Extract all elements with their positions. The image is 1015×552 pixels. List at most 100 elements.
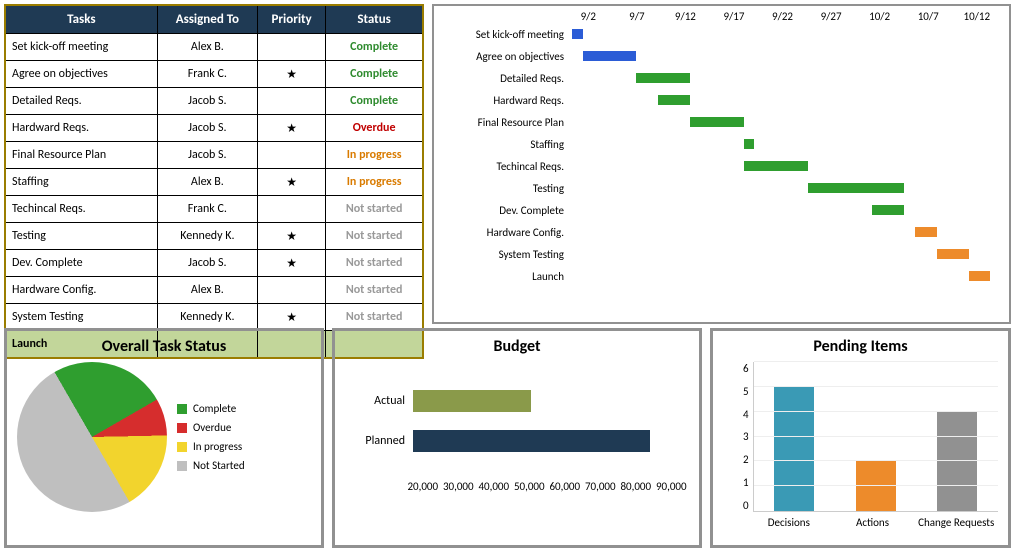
task-cell: Agree on objectives — [5, 61, 157, 88]
gantt-bar[interactable] — [572, 29, 583, 39]
gantt-bar[interactable] — [658, 95, 690, 105]
task-cell: Final Resource Plan — [5, 142, 157, 169]
status-cell: Complete — [326, 34, 423, 61]
table-header: Tasks — [5, 5, 157, 34]
status-cell: In progress — [326, 169, 423, 196]
gantt-bar[interactable] — [690, 117, 744, 127]
budget-title: Budget — [345, 337, 689, 356]
priority-cell: ★ — [258, 304, 326, 331]
gantt-date: 10/2 — [855, 10, 904, 23]
priority-cell — [258, 88, 326, 115]
star-icon: ★ — [286, 257, 297, 271]
legend-label: Overdue — [193, 421, 231, 434]
gantt-label: Testing — [434, 182, 572, 195]
table-row[interactable]: Set kick-off meetingAlex B.Complete — [5, 34, 423, 61]
gantt-label: Hardward Reqs. — [434, 94, 572, 107]
task-cell: Dev. Complete — [5, 250, 157, 277]
swatch-icon — [177, 423, 187, 433]
status-cell: Not started — [326, 250, 423, 277]
axis-tick: 70,000 — [583, 480, 619, 493]
budget-bar-row: Actual — [345, 390, 689, 412]
legend-label: Complete — [193, 402, 236, 415]
pie-panel: Overall Task Status CompleteOverdueIn pr… — [4, 328, 324, 548]
table-row[interactable]: Detailed Reqs.Jacob S.Complete — [5, 88, 423, 115]
axis-tick: 30,000 — [441, 480, 477, 493]
gantt-bar[interactable] — [915, 227, 936, 237]
gantt-label: System Testing — [434, 248, 572, 261]
pie-legend: Complete Overdue In progress Not Started — [177, 396, 245, 478]
gantt-row: System Testing — [434, 243, 1001, 265]
axis-tick: 2 — [743, 453, 749, 466]
swatch-icon — [177, 404, 187, 414]
task-table: TasksAssigned ToPriorityStatus Set kick-… — [4, 4, 424, 359]
gantt-row: Launch — [434, 265, 1001, 287]
table-row[interactable]: System TestingKennedy K.★Not started — [5, 304, 423, 331]
table-row[interactable]: Dev. CompleteJacob S. ★ Not started — [5, 250, 423, 277]
assignee-cell: Alex B. — [157, 169, 257, 196]
assignee-cell: Frank C. — [157, 61, 257, 88]
task-cell: Hardward Reqs. — [5, 115, 157, 142]
gantt-row: Agree on objectives — [434, 45, 1001, 67]
legend-label: Not Started — [193, 459, 245, 472]
priority-cell — [258, 34, 326, 61]
gantt-date: 9/12 — [661, 10, 710, 23]
assignee-cell: Jacob S. — [157, 115, 257, 142]
gantt-bar[interactable] — [744, 139, 755, 149]
gantt-label: Final Resource Plan — [434, 116, 572, 129]
gantt-bar[interactable] — [872, 205, 904, 215]
status-cell: Not started — [326, 223, 423, 250]
gantt-bar[interactable] — [937, 249, 969, 259]
status-cell: Overdue — [326, 115, 423, 142]
axis-tick: 80,000 — [618, 480, 654, 493]
pending-bar[interactable] — [856, 461, 896, 511]
assignee-cell: Kennedy K. — [157, 223, 257, 250]
assignee-cell: Jacob S. — [157, 250, 257, 277]
gantt-row: Staffing — [434, 133, 1001, 155]
priority-cell — [258, 196, 326, 223]
table-row[interactable]: Agree on objectivesFrank C.★Complete — [5, 61, 423, 88]
gantt-label: Techincal Reqs. — [434, 160, 572, 173]
priority-cell: ★ — [258, 61, 326, 88]
gantt-label: Dev. Complete — [434, 204, 572, 217]
legend-label: In progress — [193, 440, 242, 453]
gantt-bar[interactable] — [808, 183, 905, 193]
axis-tick: 40,000 — [476, 480, 512, 493]
pending-panel: Pending Items 0123456 DecisionsActionsCh… — [710, 328, 1011, 548]
axis-tick: 50,000 — [512, 480, 548, 493]
table-row[interactable]: TestingKennedy K.★Not started — [5, 223, 423, 250]
axis-tick: 0 — [743, 499, 749, 512]
table-row[interactable]: Hardward Reqs.Jacob S. ★ Overdue — [5, 115, 423, 142]
table-row[interactable]: StaffingAlex B.★In progress — [5, 169, 423, 196]
axis-tick: 60,000 — [547, 480, 583, 493]
axis-tick: 90,000 — [654, 480, 690, 493]
axis-tick: 3 — [743, 430, 749, 443]
budget-bar-row: Planned — [345, 430, 689, 452]
gantt-chart: 9/29/79/129/179/229/2710/210/710/12 Set … — [432, 4, 1011, 324]
table-row[interactable]: Techincal Reqs.Frank C.Not started — [5, 196, 423, 223]
gantt-row: Hardware Config. — [434, 221, 1001, 243]
assignee-cell: Alex B. — [157, 34, 257, 61]
gantt-bar[interactable] — [744, 161, 808, 171]
gantt-bar[interactable] — [636, 73, 690, 83]
star-icon: ★ — [286, 122, 297, 136]
table-row[interactable]: Final Resource PlanJacob S.In progress — [5, 142, 423, 169]
gantt-bar[interactable] — [583, 51, 637, 61]
gantt-date: 9/17 — [710, 10, 759, 23]
gantt-row: Testing — [434, 177, 1001, 199]
gantt-row: Detailed Reqs. — [434, 67, 1001, 89]
task-cell: System Testing — [5, 304, 157, 331]
gantt-bar[interactable] — [969, 271, 990, 281]
budget-bar[interactable] — [413, 430, 650, 452]
legend-item: Overdue — [177, 421, 245, 434]
assignee-cell: Jacob S. — [157, 142, 257, 169]
pending-bar[interactable] — [774, 387, 814, 511]
star-icon: ★ — [286, 311, 297, 325]
task-cell: Staffing — [5, 169, 157, 196]
gantt-label: Agree on objectives — [434, 50, 572, 63]
gantt-date: 10/7 — [904, 10, 953, 23]
priority-cell: ★ — [258, 250, 326, 277]
table-row[interactable]: Hardware Config.Alex B.Not started — [5, 277, 423, 304]
axis-tick: 4 — [743, 408, 749, 421]
budget-bar[interactable] — [413, 390, 531, 412]
gantt-row: Hardward Reqs. — [434, 89, 1001, 111]
